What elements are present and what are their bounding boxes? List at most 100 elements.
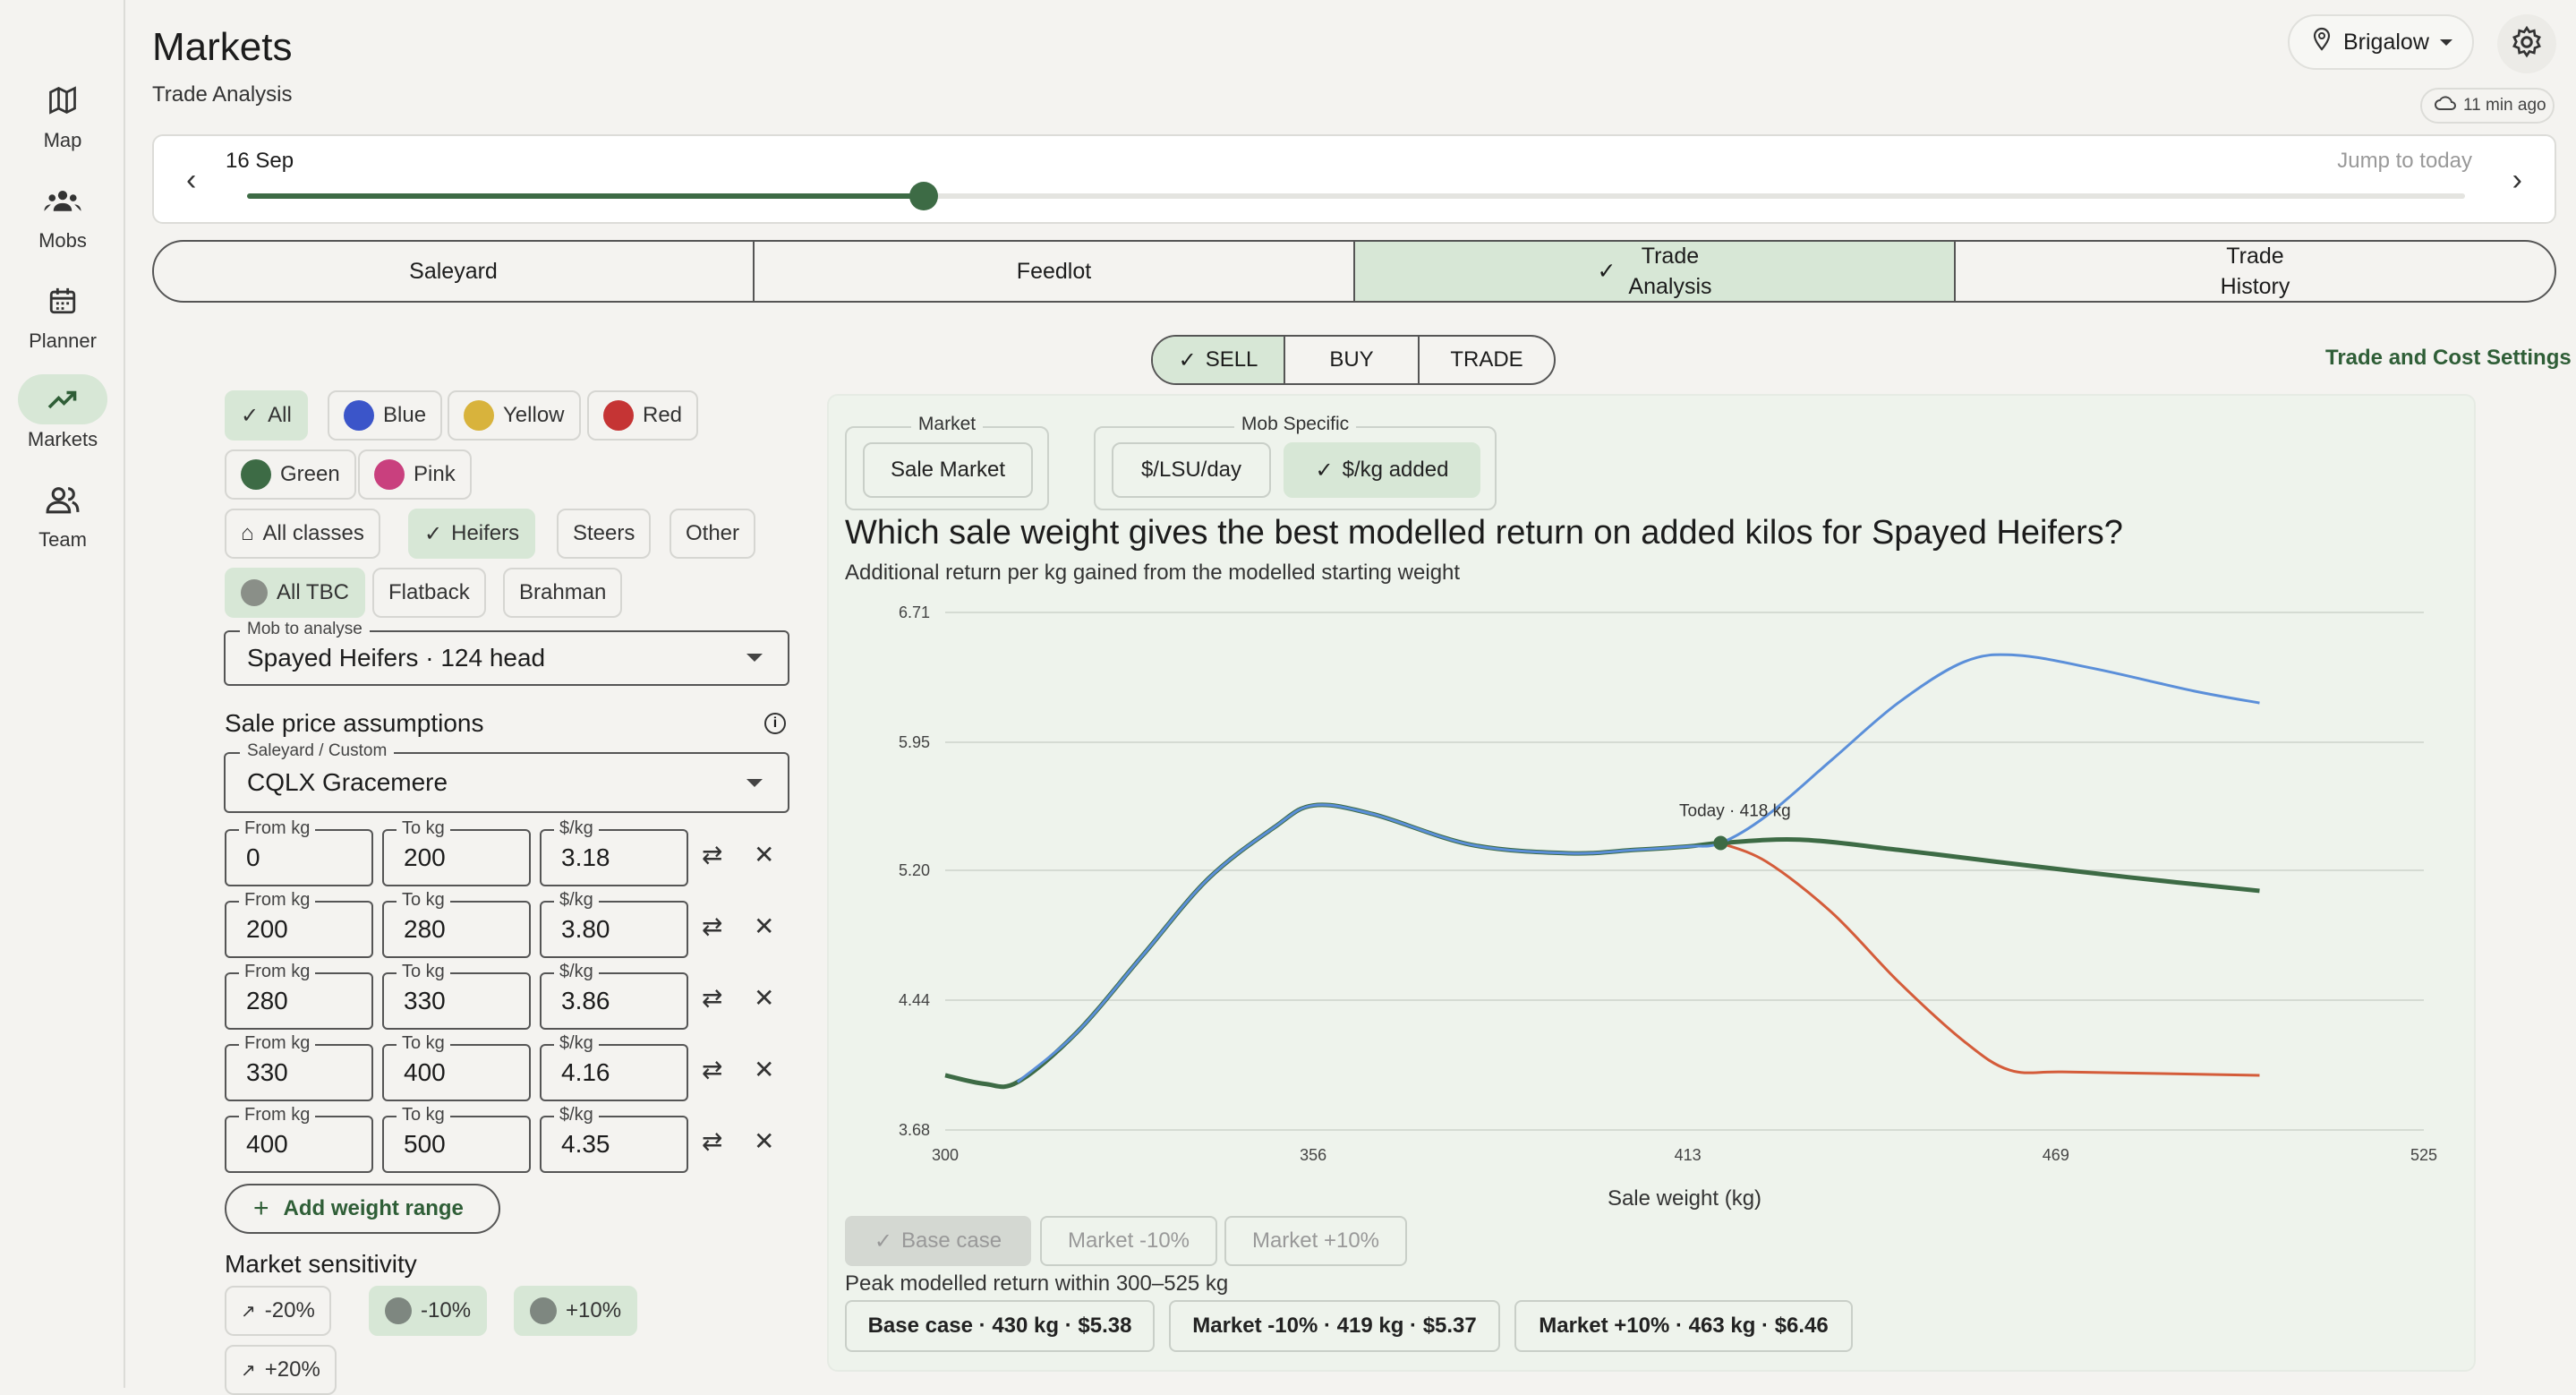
nav-planner[interactable]: Planner [0,276,125,353]
nav-map[interactable]: Map [0,75,125,152]
chevron-left-icon[interactable]: ‹ [186,163,196,198]
result-market-minus10[interactable]: Market -10% · 419 kg · $5.37 [1169,1300,1500,1352]
location-selector[interactable]: Brigalow [2288,14,2474,70]
sync-time: 11 min ago [2463,96,2546,115]
x-tick-label: 413 [1675,1146,1702,1164]
close-icon[interactable]: ✕ [754,1126,774,1156]
x-tick-label: 469 [2043,1146,2069,1164]
to-kg-input[interactable]: To kg 330 [382,962,531,1030]
from-kg-input[interactable]: From kg 200 [225,890,373,958]
trending-icon: ↗ [241,1301,256,1322]
mode-segmented-control: ✓ SELL BUY TRADE [1151,335,1556,385]
filter-breed-flatback[interactable]: Flatback [372,568,486,618]
scenario-base-case[interactable]: ✓ Base case [845,1216,1031,1266]
info-icon[interactable]: i [764,713,786,734]
from-kg-input[interactable]: From kg 0 [225,818,373,886]
nav-mobs[interactable]: Mobs [0,175,125,252]
mode-buy-button[interactable]: BUY [1285,337,1420,383]
to-kg-input[interactable]: To kg 500 [382,1105,531,1173]
scenario-market-plus10[interactable]: Market +10% [1224,1216,1407,1266]
y-tick-label: 5.20 [899,861,930,879]
field-label: From kg [239,1105,316,1125]
add-weight-range-label: Add weight range [283,1196,464,1220]
saleyard-select-value: CQLX Gracemere [247,768,448,796]
calendar-icon [18,276,107,326]
chevron-right-icon[interactable]: › [2512,163,2522,198]
mob-select[interactable]: Mob to analyse Spayed Heifers · 124 head [224,620,789,686]
price-per-kg-input[interactable]: $/kg 3.18 [540,818,688,886]
result-base-case[interactable]: Base case · 430 kg · $5.38 [845,1300,1155,1352]
split-icon[interactable]: ⇄ [702,1126,722,1156]
timeline-slider-thumb[interactable] [908,182,938,210]
field-value: 200 [404,843,446,871]
to-kg-input[interactable]: To kg 400 [382,1033,531,1101]
market-sensitivity-heading: Market sensitivity [225,1250,417,1278]
per-kg-added-button[interactable]: ✓ $/kg added [1284,442,1480,498]
tab-feedlot[interactable]: Feedlot [755,242,1355,301]
field-label: From kg [239,1033,316,1054]
price-per-kg-input[interactable]: $/kg 3.86 [540,962,688,1030]
filter-colour-all[interactable]: ✓ All [225,390,308,441]
pill-label: Base case [901,1228,1002,1253]
filter-class-other[interactable]: Other [670,509,756,559]
price-per-kg-input[interactable]: $/kg 4.16 [540,1033,688,1101]
mode-sell-button[interactable]: ✓ SELL [1153,337,1285,383]
nav-markets[interactable]: Markets [0,374,125,451]
jump-to-today-link[interactable]: Jump to today [2337,149,2472,174]
sensitivity-minus20[interactable]: ↗ -20% [225,1286,331,1336]
lsu-per-day-button[interactable]: $/LSU/day [1112,442,1271,498]
trade-cost-settings-link[interactable]: Trade and Cost Settings [2325,346,2572,371]
close-icon[interactable]: ✕ [754,1055,774,1084]
chip-label: Steers [573,521,635,545]
tab-trade-analysis[interactable]: ✓ Trade Analysis [1355,242,1956,301]
price-per-kg-input[interactable]: $/kg 4.35 [540,1105,688,1173]
nav-label: Map [43,129,82,151]
split-icon[interactable]: ⇄ [702,1055,722,1084]
nav-label: Planner [29,329,97,352]
filter-colour-green[interactable]: Green [225,449,356,500]
close-icon[interactable]: ✕ [754,840,774,869]
result-market-plus10[interactable]: Market +10% · 463 kg · $6.46 [1514,1300,1853,1352]
mob-specific-group: Mob Specific $/LSU/day ✓ $/kg added [1094,414,1497,510]
chip-label: Green [280,462,340,486]
to-kg-input[interactable]: To kg 280 [382,890,531,958]
field-value: 3.80 [561,915,610,943]
split-icon[interactable]: ⇄ [702,911,722,941]
tab-saleyard[interactable]: Saleyard [154,242,755,301]
saleyard-select[interactable]: Saleyard / Custom CQLX Gracemere [224,741,789,813]
sensitivity-plus10[interactable]: +10% [514,1286,638,1336]
field-label: To kg [397,890,450,911]
close-icon[interactable]: ✕ [754,983,774,1013]
sale-market-button[interactable]: Sale Market [863,442,1033,498]
tab-trade-history[interactable]: Trade History [1956,242,2555,301]
filter-colour-yellow[interactable]: Yellow [448,390,581,441]
scenario-market-minus10[interactable]: Market -10% [1040,1216,1217,1266]
split-icon[interactable]: ⇄ [702,840,722,869]
filter-breed-all[interactable]: All TBC [225,568,365,618]
yellow-dot-icon [464,400,494,431]
to-kg-input[interactable]: To kg 200 [382,818,531,886]
filter-colour-pink[interactable]: Pink [358,449,472,500]
split-icon[interactable]: ⇄ [702,983,722,1013]
filter-colour-red[interactable]: Red [587,390,699,441]
filter-class-heifers[interactable]: ✓ Heifers [408,509,536,559]
field-label: To kg [397,962,450,982]
price-per-kg-input[interactable]: $/kg 3.80 [540,890,688,958]
x-tick-label: 525 [2410,1146,2437,1164]
settings-gear-button[interactable] [2497,14,2556,73]
add-weight-range-button[interactable]: + Add weight range [225,1184,500,1234]
from-kg-input[interactable]: From kg 280 [225,962,373,1030]
close-icon[interactable]: ✕ [754,911,774,941]
mode-trade-button[interactable]: TRADE [1420,337,1554,383]
filter-breed-brahman[interactable]: Brahman [503,568,623,618]
filter-colour-blue[interactable]: Blue [328,390,443,441]
filter-class-all[interactable]: ⌂ All classes [225,509,380,559]
sensitivity-minus10[interactable]: -10% [369,1286,488,1336]
series-line-market-10- [1016,653,2260,1083]
from-kg-input[interactable]: From kg 400 [225,1105,373,1173]
nav-team[interactable]: Team [0,475,125,552]
filter-class-steers[interactable]: Steers [557,509,652,559]
timeline-slider[interactable] [247,182,2465,210]
location-label: Brigalow [2343,29,2429,55]
from-kg-input[interactable]: From kg 330 [225,1033,373,1101]
